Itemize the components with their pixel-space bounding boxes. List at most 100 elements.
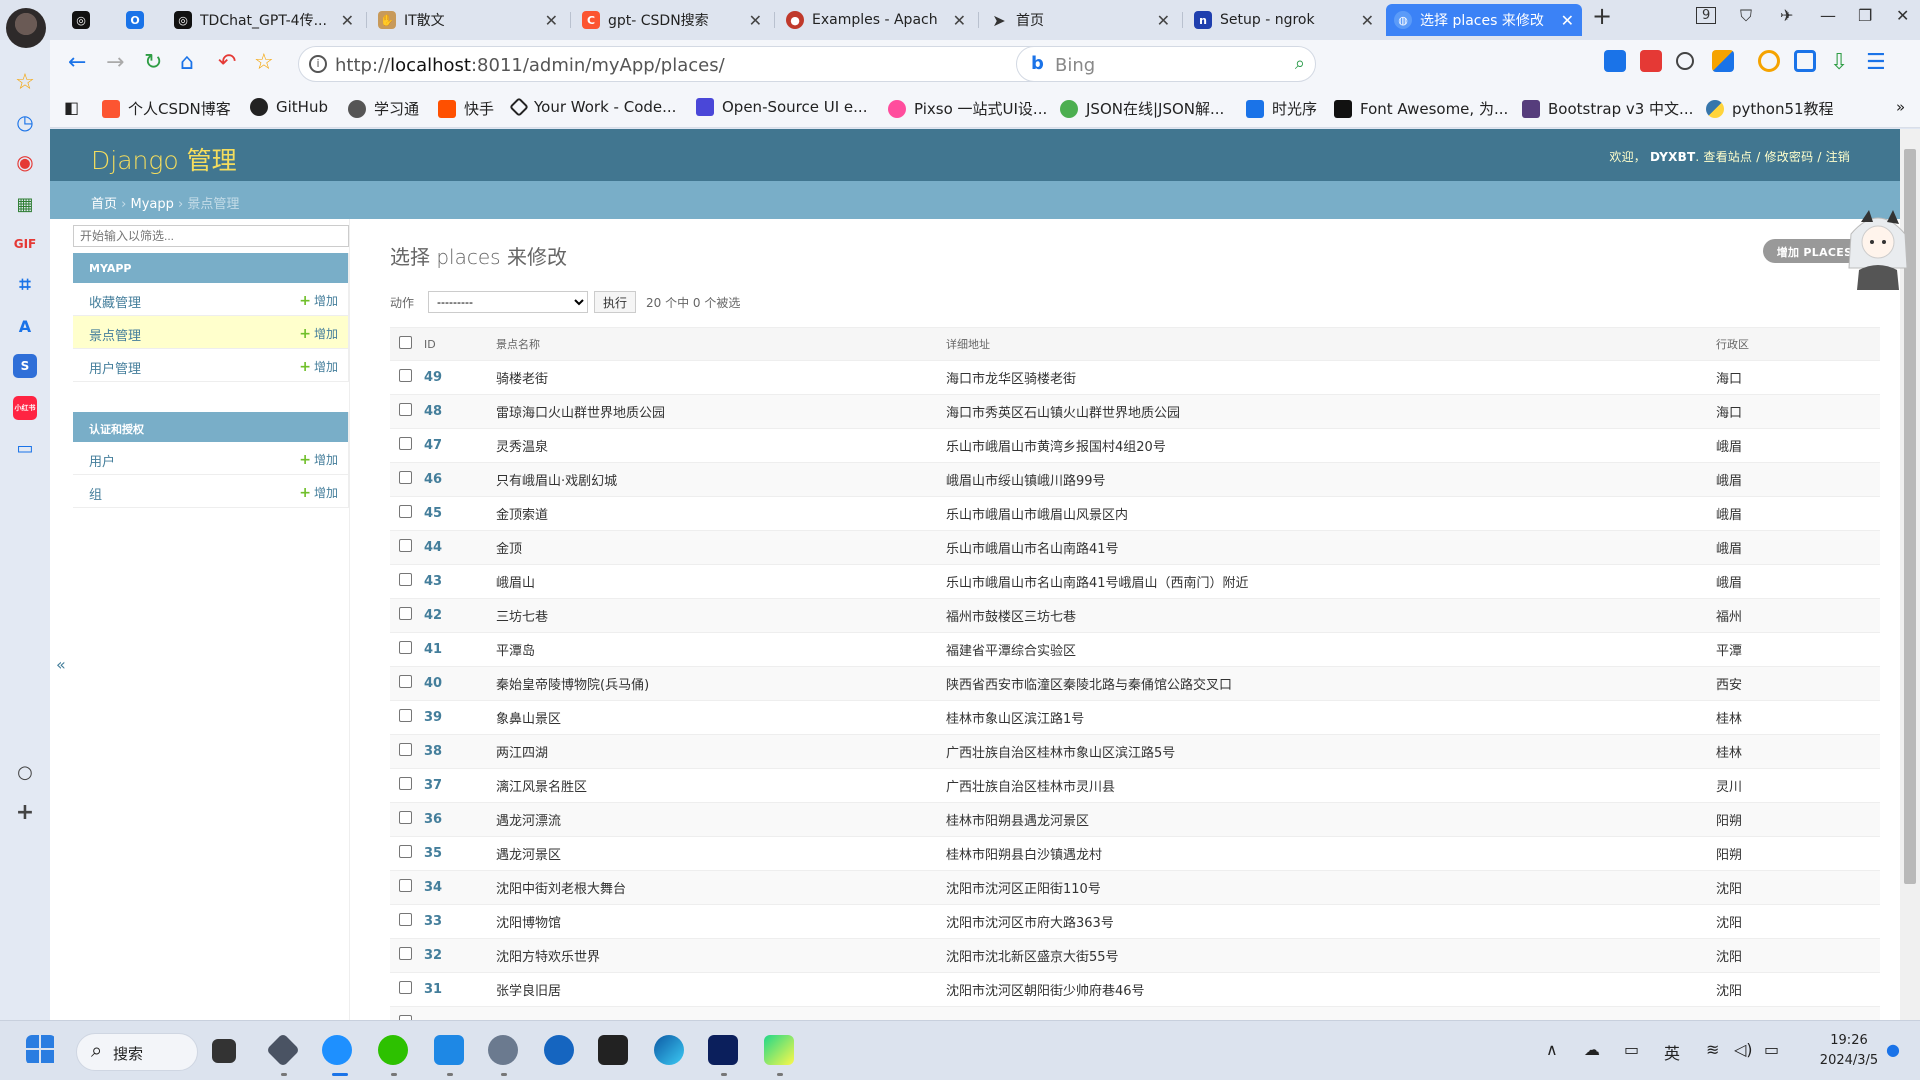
tab-2[interactable]: ◎ TDChat_GPT-4传... ✕ (166, 4, 362, 36)
table-row[interactable]: 45 金顶索道 乐山市峨眉山市峨眉山风景区内 峨眉 (390, 496, 1880, 531)
row-checkbox[interactable] (399, 947, 412, 960)
back-icon[interactable]: ← (68, 50, 86, 75)
id-link[interactable]: 36 (424, 812, 442, 827)
search-box[interactable]: b Bing ⌕ (1016, 46, 1316, 82)
sidebar-item-label[interactable]: 组 (89, 488, 102, 503)
sidebar-item-label[interactable]: 用户 (89, 455, 115, 470)
add-link[interactable]: 增加 (299, 325, 338, 342)
row-checkbox[interactable] (399, 777, 412, 790)
table-row[interactable]: 36 遇龙河漂流 桂林市阳朔县遇龙河景区 阳朔 (390, 802, 1880, 837)
collapse-sidebar-icon[interactable]: « (56, 655, 66, 674)
row-checkbox[interactable] (399, 539, 412, 552)
minimize-button[interactable]: — (1820, 6, 1836, 25)
nav-filter-input[interactable] (73, 225, 349, 247)
tab-active[interactable]: ◍ 选择 places 来修改 ✕ (1386, 4, 1582, 36)
profile-avatar[interactable] (6, 8, 46, 48)
row-checkbox[interactable] (399, 573, 412, 586)
browser-icon[interactable] (322, 1035, 352, 1065)
chevron-right-icon[interactable]: » (1896, 98, 1905, 116)
table-row[interactable]: 35 遇龙河景区 桂林市阳朔县白沙镇遇龙村 阳朔 (390, 836, 1880, 871)
row-checkbox[interactable] (399, 913, 412, 926)
id-link[interactable]: 33 (424, 914, 442, 929)
cloud-icon[interactable]: ☁ (1584, 1040, 1600, 1059)
xiaohongshu-icon[interactable]: 小红书 (13, 396, 37, 420)
bookmark-8[interactable]: 时光序 (1246, 98, 1317, 119)
sidebar-item-label[interactable]: 收藏管理 (89, 296, 141, 311)
select-all-checkbox[interactable] (399, 336, 412, 349)
table-row[interactable]: 40 秦始皇帝陵博物院(兵马俑) 陕西省西安市临潼区秦陵北路与秦俑馆公路交叉口 西安 (390, 666, 1880, 701)
sidebar-item-users-mgmt[interactable]: 用户管理 增加 (73, 349, 348, 382)
taskbar-search[interactable]: 搜索 (76, 1033, 198, 1071)
add-icon[interactable]: + (13, 800, 37, 825)
id-link[interactable]: 37 (424, 778, 442, 793)
table-row[interactable]: 44 金顶 乐山市峨眉山市名山南路41号 峨眉 (390, 530, 1880, 565)
row-checkbox[interactable] (399, 845, 412, 858)
module-caption[interactable]: MYAPP (73, 253, 348, 283)
bookmark-5[interactable]: Open-Source UI e... (696, 98, 867, 116)
record-icon[interactable]: ◉ (13, 150, 37, 174)
tab-5[interactable]: ● Examples - Apach ✕ (778, 4, 974, 36)
id-link[interactable]: 40 (424, 676, 442, 691)
lightbulb-icon[interactable]: ○ (13, 760, 37, 784)
ime-indicator[interactable]: 英 (1664, 1040, 1680, 1064)
star-icon[interactable]: ☆ (254, 50, 274, 75)
bookmark-7[interactable]: JSON在线|JSON解... (1060, 98, 1224, 119)
display-icon[interactable]: ▭ (1624, 1040, 1639, 1059)
bookmark-2[interactable]: 学习通 (348, 98, 419, 119)
translate-ext-icon[interactable] (1604, 50, 1626, 72)
id-link[interactable]: 46 (424, 472, 442, 487)
id-link[interactable]: 32 (424, 948, 442, 963)
bookmark-10[interactable]: Bootstrap v3 中文... (1522, 98, 1693, 119)
id-link[interactable]: 43 (424, 574, 442, 589)
action-select[interactable]: --------- (428, 291, 589, 313)
forward-icon[interactable]: → (106, 50, 124, 75)
logout-link[interactable]: 注销 (1826, 150, 1850, 164)
clock[interactable]: 19:26 2024/3/5 (1814, 1031, 1884, 1071)
close-icon[interactable]: ✕ (1361, 11, 1374, 30)
windows-start-icon[interactable] (26, 1035, 56, 1065)
row-checkbox[interactable] (399, 437, 412, 450)
sidebar-item-places[interactable]: 景点管理 增加 (73, 316, 348, 349)
row-checkbox[interactable] (399, 743, 412, 756)
table-row[interactable]: 43 峨眉山 乐山市峨眉山市名山南路41号峨眉山（西南门）附近 峨眉 (390, 564, 1880, 599)
edge-icon[interactable] (654, 1035, 684, 1065)
notification-icon[interactable]: ● (1886, 1040, 1900, 1059)
table-row[interactable]: 49 骑楼老街 海口市龙华区骑楼老街 海口 (390, 360, 1880, 395)
row-checkbox[interactable] (399, 879, 412, 892)
run-action-button[interactable]: 执行 (594, 291, 637, 313)
id-link[interactable]: 31 (424, 982, 442, 997)
site-branding[interactable]: Django 管理 (91, 141, 237, 177)
table-row[interactable]: 46 只有峨眉山·戏剧幻城 峨眉山市绥山镇峨川路99号 峨眉 (390, 462, 1880, 497)
devtools-icon[interactable] (708, 1035, 738, 1065)
bookmark-3[interactable]: 快手 (438, 98, 494, 119)
id-link[interactable]: 38 (424, 744, 442, 759)
table-row[interactable]: 48 雷琼海口火山群世界地质公园 海口市秀英区石山镇火山群世界地质公园 海口 (390, 394, 1880, 429)
pycharm-icon[interactable] (764, 1035, 794, 1065)
sidebar-toggle-icon[interactable]: ◧ (64, 98, 79, 117)
table-row[interactable]: 38 两江四湖 广西壮族自治区桂林市象山区滨江路5号 桂林 (390, 734, 1880, 769)
app-icon[interactable]: S (13, 354, 37, 378)
add-link[interactable]: 增加 (299, 358, 338, 375)
row-checkbox[interactable] (399, 607, 412, 620)
tab-counter[interactable]: 9 (1696, 7, 1717, 24)
app-icon[interactable] (266, 1033, 300, 1067)
settings-icon[interactable] (488, 1035, 518, 1065)
id-link[interactable]: 41 (424, 642, 442, 657)
chevron-up-icon[interactable]: ∧ (1546, 1040, 1558, 1059)
tab-1[interactable]: O (118, 4, 152, 36)
tab-7[interactable]: n Setup - ngrok ✕ (1186, 4, 1382, 36)
id-link[interactable]: 44 (424, 540, 442, 555)
pdf-ext-icon[interactable] (1640, 50, 1662, 72)
row-checkbox[interactable] (399, 981, 412, 994)
row-checkbox[interactable] (399, 369, 412, 382)
row-checkbox[interactable] (399, 505, 412, 518)
table-row[interactable]: 31 张学良旧居 沈阳市沈河区朝阳街少帅府巷46号 沈阳 (390, 972, 1880, 1007)
row-checkbox[interactable] (399, 811, 412, 824)
row-checkbox[interactable] (399, 641, 412, 654)
sidebar-item-users[interactable]: 用户 增加 (73, 442, 348, 475)
shirt-icon[interactable]: ⛉ (1740, 6, 1752, 26)
change-password-link[interactable]: 修改密码 (1765, 150, 1814, 164)
column-header[interactable]: 景点名称 (496, 327, 946, 361)
gif-icon[interactable]: GIF (13, 232, 37, 256)
crop-icon[interactable]: ⌗ (13, 272, 37, 296)
